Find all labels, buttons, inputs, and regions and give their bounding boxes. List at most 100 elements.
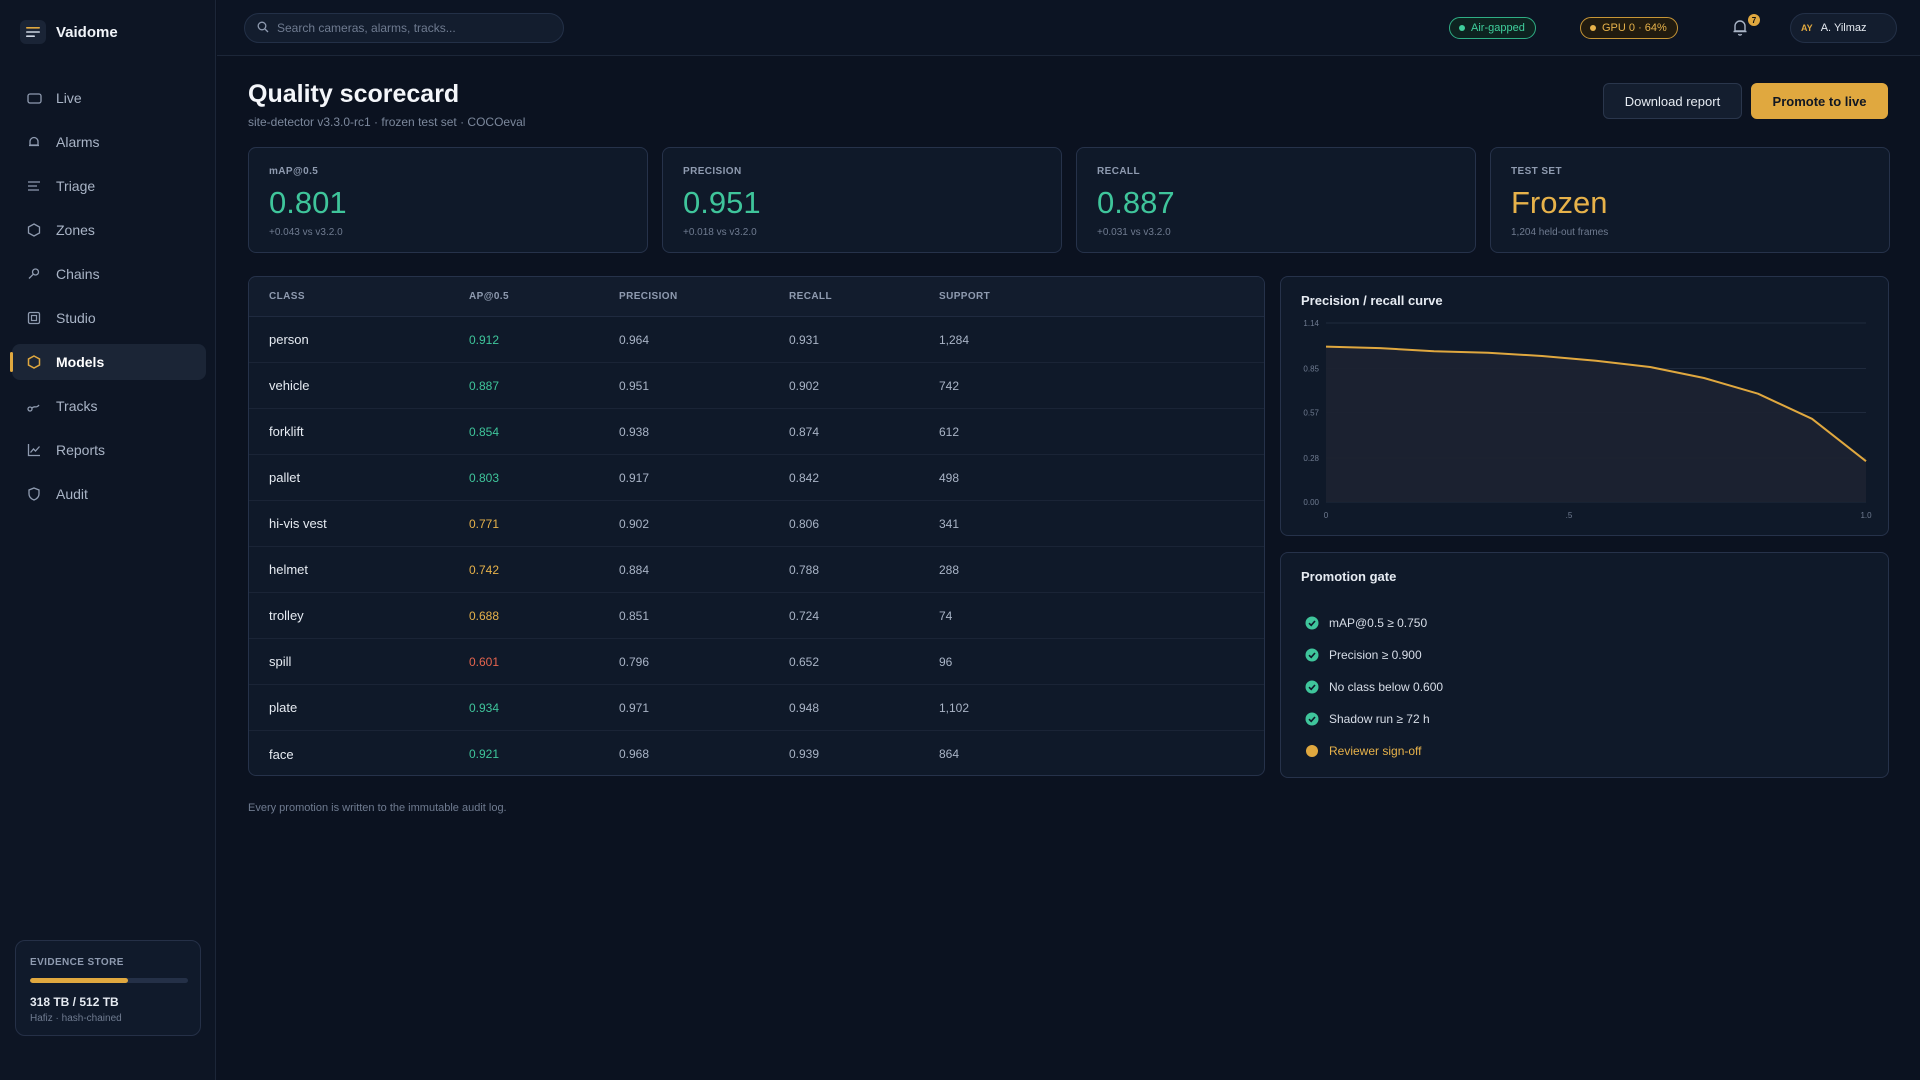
sidebar-item-label: Alarms <box>56 134 100 150</box>
class-cell: trolley <box>269 608 304 623</box>
user-menu[interactable]: AY A. Yilmaz <box>1790 13 1897 43</box>
table-row[interactable]: helmet 0.742 0.884 0.788 288 <box>249 547 1264 593</box>
table-row[interactable]: vehicle 0.887 0.951 0.902 742 <box>249 363 1264 409</box>
column-header[interactable]: AP@0.5 <box>469 291 619 302</box>
recall-cell: 0.652 <box>789 654 820 669</box>
y-tick-label: 0.28 <box>1303 454 1319 463</box>
gpu-badge: GPU 0 · 64% <box>1580 17 1678 39</box>
sidebar-item-live[interactable]: Live <box>12 80 206 116</box>
kpi-delta: +0.018 vs v3.2.0 <box>683 227 757 238</box>
kpi-delta: 1,204 held-out frames <box>1511 227 1609 238</box>
class-cell: face <box>269 746 294 762</box>
column-header[interactable]: SUPPORT <box>939 291 1089 302</box>
bell-icon <box>26 134 42 150</box>
precision-cell: 0.902 <box>619 516 650 531</box>
tv-icon <box>26 90 42 106</box>
table-row[interactable]: forklift 0.854 0.938 0.874 612 <box>249 409 1264 455</box>
class-cell: spill <box>269 654 292 669</box>
table-row[interactable]: hi-vis vest 0.771 0.902 0.806 341 <box>249 501 1264 547</box>
brand: Vaidome <box>20 20 118 44</box>
storage-value: 318 TB / 512 TB <box>30 995 119 1009</box>
download-report-button[interactable]: Download report <box>1603 83 1742 119</box>
gate-item: Precision ≥ 0.900 <box>1305 639 1443 671</box>
air-gapped-label: Air-gapped <box>1471 22 1525 34</box>
table-row[interactable]: face 0.921 0.968 0.939 864 <box>249 731 1264 775</box>
search-icon <box>257 20 269 36</box>
table-header: CLASS AP@0.5 PRECISION RECALL SUPPORT <box>249 277 1264 317</box>
ap-cell: 0.934 <box>469 700 500 715</box>
support-cell: 742 <box>939 378 960 393</box>
shield-icon <box>26 486 42 502</box>
pr-curve-chart: 0.00 0.28 0.57 0.85 1.14 0 .5 1.0 <box>1303 319 1872 520</box>
sidebar-item-triage[interactable]: Triage <box>12 168 206 204</box>
gpu-label: GPU 0 · 64% <box>1602 22 1667 34</box>
recall-cell: 0.806 <box>789 516 820 531</box>
precision-cell: 0.951 <box>619 378 650 393</box>
column-header[interactable]: PRECISION <box>619 291 789 302</box>
class-cell: forklift <box>269 424 304 439</box>
avatar: AY <box>1801 23 1813 33</box>
kpi-label: TEST SET <box>1511 166 1562 177</box>
y-tick-label: 1.14 <box>1303 319 1319 328</box>
sidebar-item-models[interactable]: Models <box>10 344 206 380</box>
sidebar-item-studio[interactable]: Studio <box>12 300 206 336</box>
sidebar-item-alarms[interactable]: Alarms <box>12 124 206 160</box>
kpi-card-test-set: TEST SET Frozen 1,204 held-out frames <box>1490 147 1890 253</box>
menu-icon[interactable] <box>20 20 46 44</box>
sidebar-item-chains[interactable]: Chains <box>12 256 206 292</box>
sidebar-item-audit[interactable]: Audit <box>12 476 206 512</box>
support-cell: 1,102 <box>939 700 970 715</box>
evidence-store-card: EVIDENCE STORE 318 TB / 512 TB Hafiz · h… <box>15 940 201 1036</box>
page-title: Quality scorecard <box>248 80 460 108</box>
promote-to-live-button[interactable]: Promote to live <box>1751 83 1888 119</box>
x-tick-label: .5 <box>1566 511 1573 520</box>
gate-item: Reviewer sign-off <box>1305 735 1443 767</box>
table-row[interactable]: spill 0.601 0.796 0.652 96 <box>249 639 1264 685</box>
track-icon <box>26 398 42 414</box>
table-row[interactable]: plate 0.934 0.971 0.948 1,102 <box>249 685 1264 731</box>
sidebar-item-reports[interactable]: Reports <box>12 432 206 468</box>
kpi-value: 0.951 <box>683 185 761 220</box>
recall-cell: 0.902 <box>789 378 820 393</box>
class-cell: helmet <box>269 562 309 577</box>
sidebar-item-label: Audit <box>56 486 88 502</box>
sidebar-item-label: Triage <box>56 178 96 194</box>
kpi-label: RECALL <box>1097 166 1140 177</box>
check-circle-icon <box>1305 680 1319 694</box>
sidebar-item-zones[interactable]: Zones <box>12 212 206 248</box>
kpi-value: 0.801 <box>269 185 347 220</box>
table-row[interactable]: person 0.912 0.964 0.931 1,284 <box>249 317 1264 363</box>
search-box[interactable] <box>244 13 564 43</box>
kpi-delta: +0.043 vs v3.2.0 <box>269 227 343 238</box>
kpi-value: Frozen <box>1511 185 1608 220</box>
sidebar-item-tracks[interactable]: Tracks <box>12 388 206 424</box>
recall-cell: 0.788 <box>789 562 820 577</box>
kpi-value: 0.887 <box>1097 185 1175 220</box>
column-header[interactable]: RECALL <box>789 291 939 302</box>
check-circle-icon <box>1305 648 1319 662</box>
recall-cell: 0.724 <box>789 608 820 623</box>
table-row[interactable]: pallet 0.803 0.917 0.842 498 <box>249 455 1264 501</box>
check-circle-icon <box>1305 712 1319 726</box>
check-circle-icon <box>1305 616 1319 630</box>
kpi-label: mAP@0.5 <box>269 166 319 177</box>
column-header[interactable]: CLASS <box>249 291 469 302</box>
pending-dot-icon <box>1305 744 1319 758</box>
storage-progress-fill <box>30 978 128 983</box>
sidebar-item-label: Tracks <box>56 398 98 414</box>
kpi-label: PRECISION <box>683 166 742 177</box>
status-dot-icon <box>1590 25 1596 31</box>
ap-cell: 0.742 <box>469 562 500 577</box>
precision-cell: 0.971 <box>619 700 650 715</box>
table-row[interactable]: trolley 0.688 0.851 0.724 74 <box>249 593 1264 639</box>
support-cell: 612 <box>939 424 960 439</box>
search-input[interactable] <box>277 21 557 35</box>
gate-item-label: Precision ≥ 0.900 <box>1329 648 1422 662</box>
chart-icon <box>26 442 42 458</box>
class-cell: pallet <box>269 470 301 485</box>
storage-label: EVIDENCE STORE <box>30 957 124 968</box>
ap-cell: 0.887 <box>469 378 500 393</box>
topbar: Air-gapped GPU 0 · 64% 7 AY A. Yilmaz <box>217 0 1920 56</box>
class-metrics-table: CLASS AP@0.5 PRECISION RECALL SUPPORT pe… <box>248 276 1265 776</box>
sidebar-item-label: Models <box>56 354 105 370</box>
